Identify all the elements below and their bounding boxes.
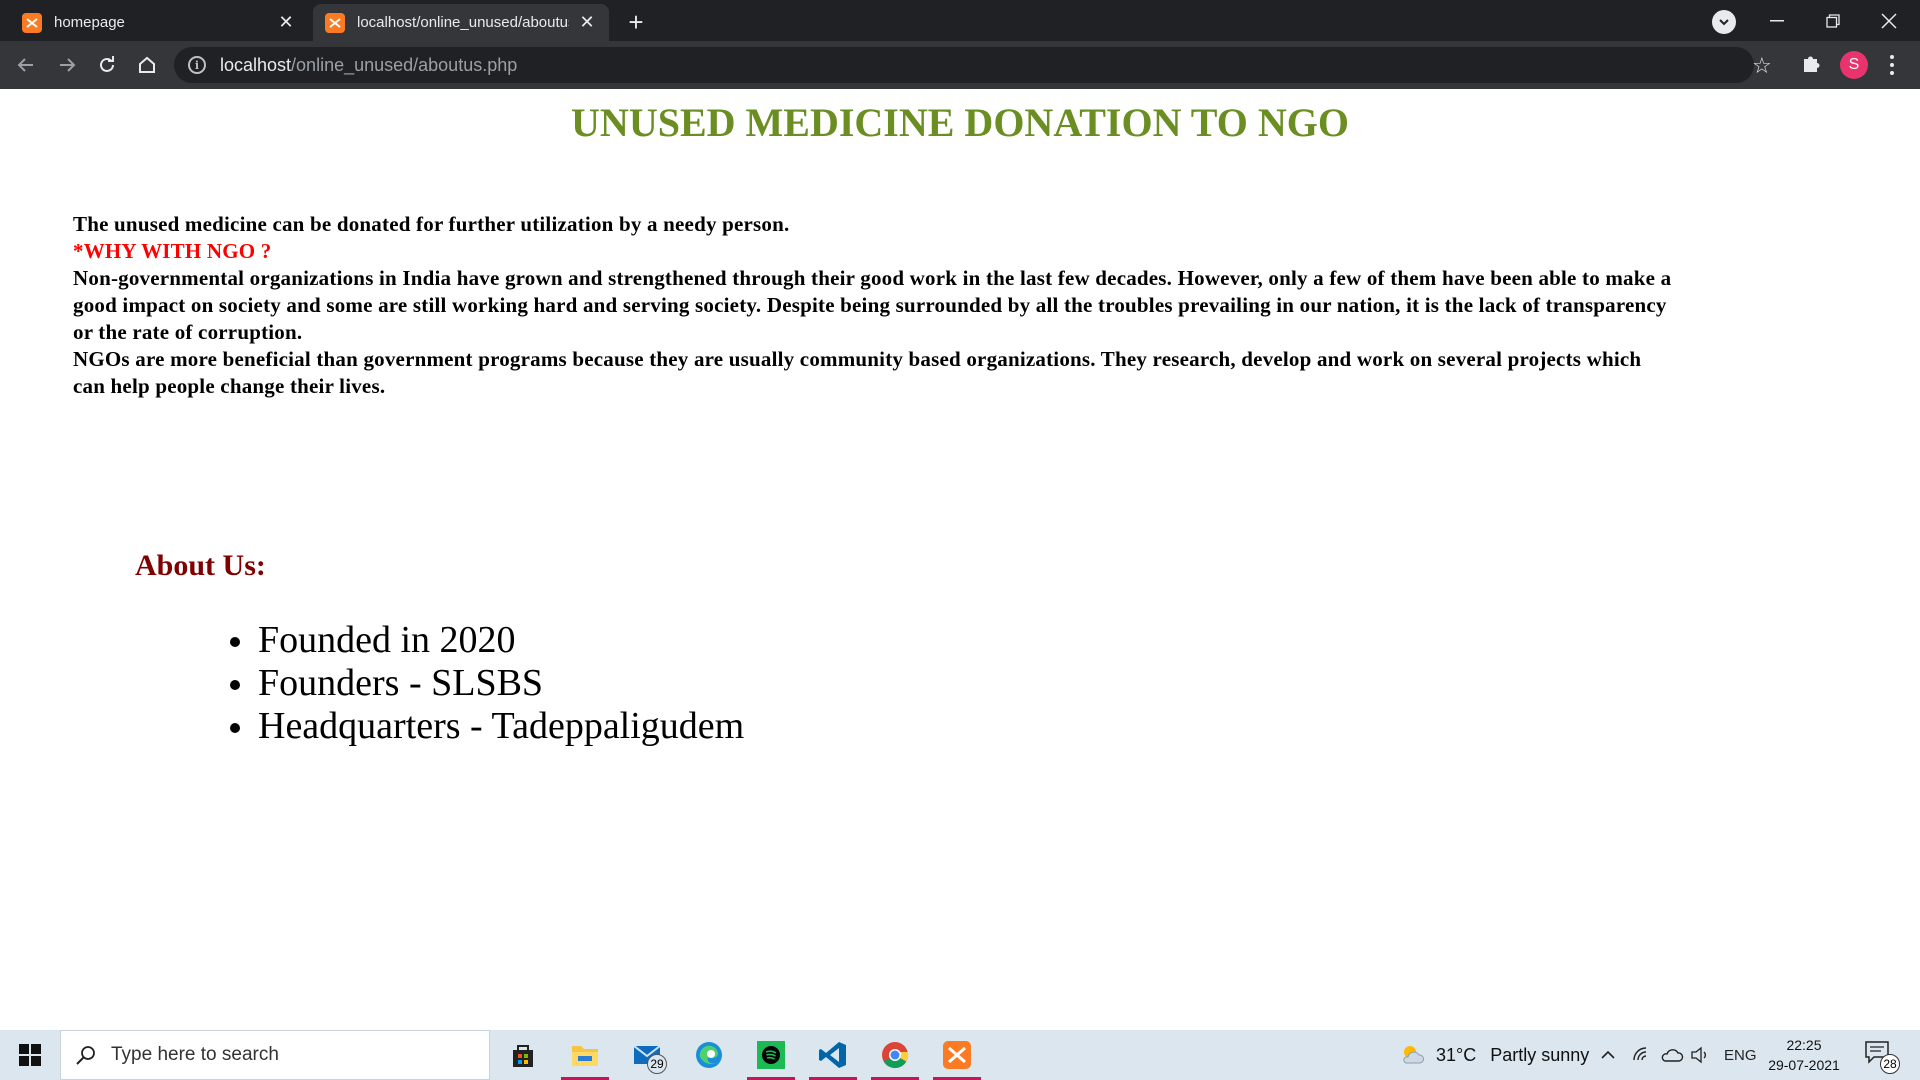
list-item: Founded in 2020 bbox=[229, 619, 744, 662]
taskbar-chrome-button[interactable] bbox=[867, 1030, 923, 1080]
taskbar-edge-button[interactable] bbox=[681, 1030, 737, 1080]
taskbar-file-explorer-button[interactable] bbox=[557, 1030, 613, 1080]
edge-icon bbox=[696, 1042, 722, 1068]
restore-button[interactable] bbox=[1805, 0, 1861, 41]
forward-button[interactable] bbox=[51, 49, 83, 81]
tab-homepage[interactable]: homepage ✕ bbox=[10, 4, 308, 41]
page-title: UNUSED MEDICINE DONATION TO NGO bbox=[571, 100, 1349, 145]
taskbar-clock[interactable]: 22:25 29-07-2021 bbox=[1760, 1035, 1848, 1075]
weather-condition: Partly sunny bbox=[1490, 1044, 1590, 1065]
windows-logo-icon bbox=[19, 1044, 41, 1066]
ngo-paragraph-1: Non-governmental organizations in India … bbox=[73, 266, 1672, 344]
taskbar-store-button[interactable] bbox=[495, 1030, 551, 1080]
new-tab-button[interactable]: + bbox=[622, 7, 650, 37]
tab-title: localhost/online_unused/aboutus.php bbox=[357, 14, 569, 31]
minimize-button[interactable] bbox=[1749, 0, 1805, 41]
about-us-list: Founded in 2020 Founders - SLSBS Headqua… bbox=[229, 619, 745, 748]
weather-temp: 31°C bbox=[1436, 1044, 1477, 1065]
onedrive-status[interactable] bbox=[1660, 1030, 1684, 1080]
store-bag-icon bbox=[513, 1045, 533, 1067]
notification-count: 28 bbox=[1880, 1054, 1900, 1074]
home-icon bbox=[139, 56, 155, 73]
tab-search-button[interactable] bbox=[1712, 10, 1736, 34]
clock-time: 22:25 bbox=[1786, 1037, 1822, 1053]
close-tab-icon[interactable]: ✕ bbox=[577, 12, 597, 33]
windows-taskbar: Type here to search 29 31°C Partly sunny bbox=[0, 1030, 1920, 1080]
cloud-icon bbox=[1661, 1049, 1684, 1062]
address-bar[interactable]: i localhost/online_unused/aboutus.php bbox=[174, 47, 1754, 83]
tab-title: homepage bbox=[54, 14, 125, 31]
taskbar-spotify-button[interactable] bbox=[743, 1030, 799, 1080]
clock-date: 29-07-2021 bbox=[1768, 1057, 1840, 1073]
tab-strip: homepage ✕ localhost/online_unused/about… bbox=[0, 0, 1920, 41]
taskbar-search-input[interactable]: Type here to search bbox=[60, 1030, 490, 1080]
partly-sunny-icon bbox=[1403, 1046, 1424, 1064]
profile-avatar[interactable]: S bbox=[1840, 51, 1868, 79]
xampp-icon bbox=[325, 12, 345, 33]
arrow-left-icon bbox=[17, 58, 33, 72]
puzzle-icon bbox=[1804, 56, 1820, 72]
close-tab-icon[interactable]: ✕ bbox=[276, 12, 296, 33]
close-icon bbox=[1881, 12, 1897, 29]
chrome-menu-button[interactable] bbox=[1884, 51, 1900, 79]
taskbar-vscode-button[interactable] bbox=[805, 1030, 861, 1080]
about-us-title: About Us: bbox=[135, 549, 266, 582]
wifi-status[interactable] bbox=[1632, 1030, 1652, 1080]
vscode-icon bbox=[819, 1042, 846, 1068]
input-language[interactable]: ENG bbox=[1724, 1030, 1757, 1080]
folder-icon bbox=[572, 1046, 598, 1066]
taskbar-xampp-button[interactable] bbox=[929, 1030, 985, 1080]
weather-widget[interactable]: 31°C Partly sunny bbox=[1398, 1030, 1589, 1080]
taskbar-mail-button[interactable]: 29 bbox=[619, 1030, 675, 1080]
chrome-icon bbox=[882, 1042, 909, 1069]
home-button[interactable] bbox=[131, 49, 163, 81]
bookmark-star-icon[interactable]: ☆ bbox=[1752, 53, 1772, 79]
start-button[interactable] bbox=[0, 1030, 60, 1080]
chevron-down-icon bbox=[1719, 19, 1729, 26]
back-button[interactable] bbox=[10, 49, 42, 81]
reload-button[interactable] bbox=[91, 49, 123, 81]
mail-badge: 29 bbox=[647, 1054, 667, 1074]
info-icon[interactable]: i bbox=[188, 56, 206, 74]
page-content: UNUSED MEDICINE DONATION TO NGO The unus… bbox=[0, 89, 1920, 1030]
wifi-icon bbox=[1633, 1047, 1647, 1061]
url-path: /online_unused/aboutus.php bbox=[291, 54, 518, 75]
spotify-icon bbox=[757, 1041, 785, 1069]
action-center-button[interactable]: 28 bbox=[1864, 1040, 1900, 1074]
xampp-icon bbox=[943, 1041, 971, 1069]
search-icon bbox=[76, 1046, 95, 1065]
ngo-paragraph-2: NGOs are more beneficial than government… bbox=[73, 347, 1642, 398]
url-host: localhost bbox=[220, 54, 292, 75]
minimize-icon bbox=[1770, 19, 1784, 21]
reload-icon bbox=[100, 56, 114, 72]
close-window-button[interactable] bbox=[1861, 0, 1917, 41]
chevron-up-icon bbox=[1601, 1050, 1615, 1059]
speaker-icon bbox=[1691, 1046, 1706, 1064]
arrow-right-icon bbox=[60, 58, 76, 72]
show-hidden-icons-button[interactable] bbox=[1600, 1030, 1616, 1080]
restore-icon bbox=[1826, 13, 1840, 28]
xampp-icon bbox=[22, 12, 42, 33]
search-placeholder: Type here to search bbox=[111, 1044, 279, 1065]
browser-toolbar: i localhost/online_unused/aboutus.php ☆ … bbox=[0, 41, 1920, 89]
why-ngo-title: *WHY WITH NGO ? bbox=[73, 239, 272, 263]
intro-section: The unused medicine can be donated for f… bbox=[73, 211, 1673, 400]
list-item: Headquarters - Tadeppaligudem bbox=[229, 705, 745, 747]
tab-aboutus[interactable]: localhost/online_unused/aboutus.php ✕ bbox=[313, 4, 609, 41]
intro-line: The unused medicine can be donated for f… bbox=[73, 212, 790, 236]
list-item: Founders - SLSBS bbox=[229, 662, 744, 705]
volume-status[interactable] bbox=[1690, 1030, 1712, 1080]
extensions-button[interactable] bbox=[1800, 51, 1824, 80]
